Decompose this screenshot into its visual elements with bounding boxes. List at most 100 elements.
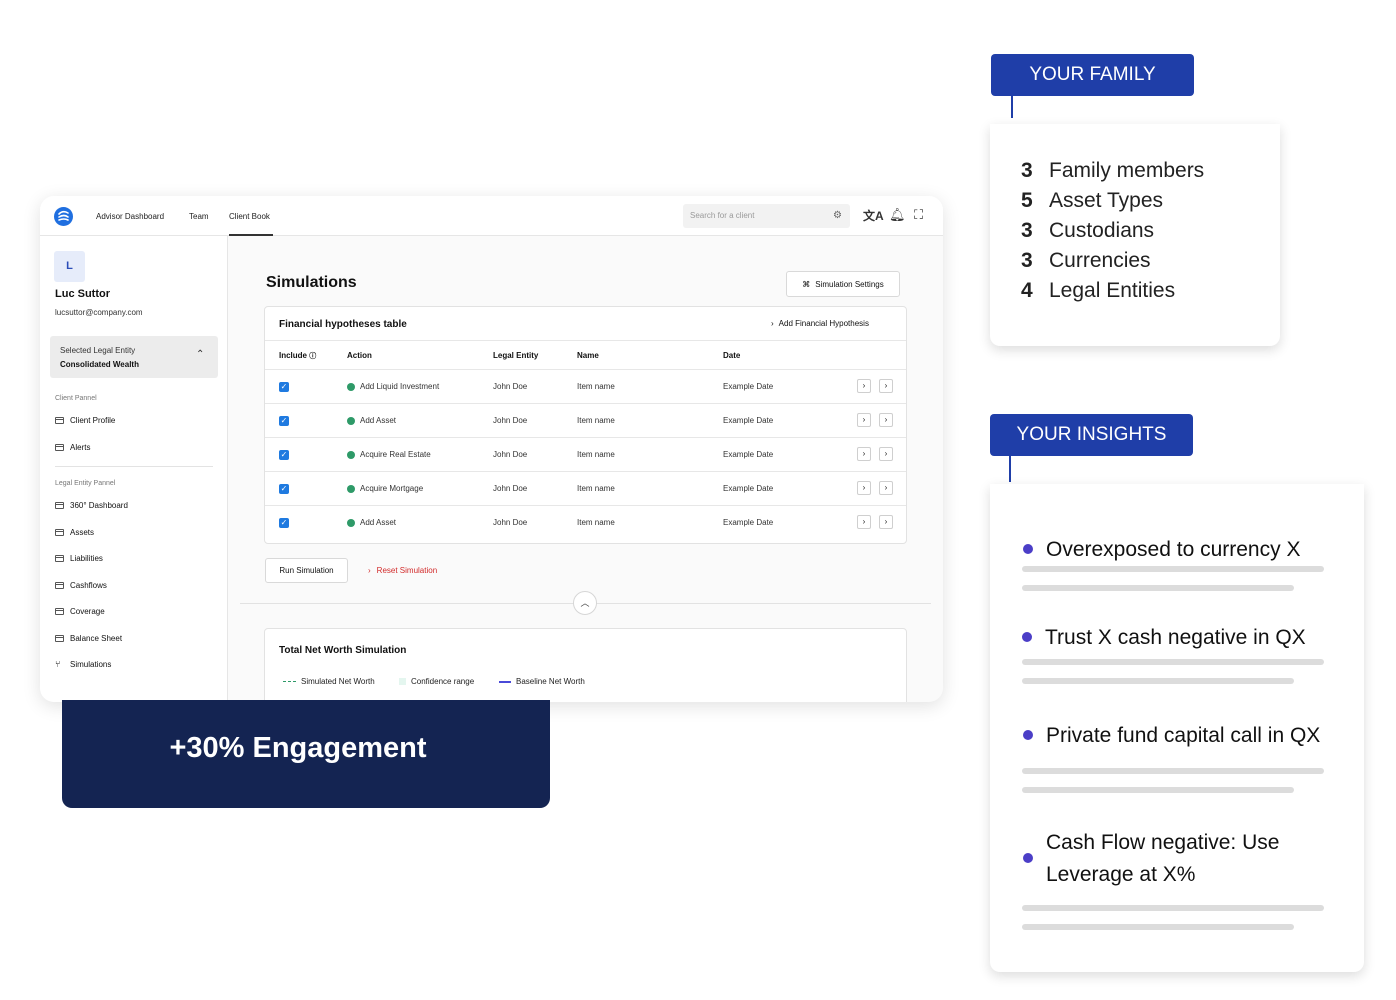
family-tag: YOUR FAMILY <box>991 54 1194 96</box>
sidebar-item-label: Balance Sheet <box>70 633 123 643</box>
add-hypothesis-button[interactable]: › Add Financial Hypothesis <box>771 319 869 328</box>
translate-icon[interactable]: 文A <box>863 207 884 224</box>
stat-number: 4 <box>1021 279 1033 302</box>
hypotheses-table-card: Financial hypotheses table › Add Financia… <box>264 306 907 544</box>
sidebar-item-cashflows[interactable]: Cashflows <box>55 578 107 592</box>
row-open-button[interactable]: › <box>879 447 893 461</box>
cell-entity: John Doe <box>493 382 528 391</box>
sidebar-item-alerts[interactable]: Alerts <box>55 440 90 454</box>
row-open-button[interactable]: › <box>879 481 893 495</box>
row-open-button[interactable]: › <box>879 379 893 393</box>
sidebar-item-balance-sheet[interactable]: Balance Sheet <box>55 631 122 645</box>
placeholder-bar <box>1022 787 1294 793</box>
nav-team[interactable]: Team <box>189 212 209 221</box>
sidebar-item-client-profile[interactable]: Client Profile <box>55 413 115 427</box>
sidebar-item-label: 360° Dashboard <box>70 500 128 510</box>
collapse-chevron-up-icon[interactable]: ︿ <box>573 591 597 615</box>
chart-title: Total Net Worth Simulation <box>279 645 407 656</box>
table-row: ✓ Acquire Real Estate John Doe Item name… <box>265 438 906 472</box>
stat-label: Currencies <box>1049 249 1151 272</box>
cell-name: Item name <box>577 450 615 459</box>
info-icon: ⓘ <box>309 353 317 360</box>
family-stat: 3 Custodians <box>1021 219 1154 243</box>
stat-label: Family members <box>1049 159 1205 182</box>
sidebar-item-360-dashboard[interactable]: 360° Dashboard <box>55 498 128 512</box>
simulation-settings-button[interactable]: ⌘ Simulation Settings <box>786 271 900 297</box>
insights-tag: YOUR INSIGHTS <box>990 414 1193 456</box>
cell-entity: John Doe <box>493 518 528 527</box>
sidebar-item-simulations[interactable]: ⑂ Simulations <box>55 657 111 671</box>
card-icon <box>55 528 64 536</box>
include-checkbox[interactable]: ✓ <box>279 382 289 392</box>
row-expand-button[interactable]: › <box>857 515 871 529</box>
cell-action: Add Asset <box>360 416 397 425</box>
cell-date: Example Date <box>723 484 774 493</box>
placeholder-bar <box>1022 905 1324 911</box>
cell-date: Example Date <box>723 382 774 391</box>
sidebar-item-label: Cashflows <box>70 580 107 590</box>
chevron-up-down-icon: ⌃ <box>196 349 205 360</box>
bell-icon[interactable]: 🔔︎ <box>889 207 906 223</box>
row-open-button[interactable]: › <box>879 413 893 427</box>
include-checkbox[interactable]: ✓ <box>279 416 289 426</box>
insights-card: Overexposed to currency X Trust X cash n… <box>990 484 1364 972</box>
card-icon <box>55 443 64 451</box>
add-circle-icon <box>347 451 355 459</box>
engagement-banner: +30% Engagement <box>62 700 550 808</box>
legend-label: Confidence range <box>411 677 475 686</box>
cell-action: Add Liquid Investment <box>360 382 440 391</box>
run-simulation-button[interactable]: Run Simulation <box>265 558 348 583</box>
sidebar-item-liabilities[interactable]: Liabilities <box>55 551 103 565</box>
insight-item: Cash Flow negative: Use Leverage at X% <box>1046 831 1280 886</box>
stat-number: 5 <box>1021 189 1033 212</box>
bullet-icon <box>1022 632 1032 642</box>
placeholder-bar <box>1022 924 1294 930</box>
sidebar-item-label: Client Profile <box>70 415 116 425</box>
bullet-icon <box>1023 853 1033 863</box>
search-settings-icon[interactable]: ⚙ <box>833 210 842 221</box>
row-open-button[interactable]: › <box>879 515 893 529</box>
family-stat: 3 Family members <box>1021 159 1204 183</box>
nav-client-book[interactable]: Client Book <box>229 212 270 221</box>
entity-select-value: Consolidated Wealth <box>60 360 139 369</box>
family-stat: 4 Legal Entities <box>1021 279 1175 303</box>
reset-simulation-button[interactable]: › Reset Simulation <box>368 566 437 575</box>
avatar[interactable]: L <box>54 251 85 282</box>
family-card: 3 Family members 5 Asset Types 3 Custodians… <box>990 124 1280 346</box>
legend-baseline-net-worth: Baseline Net Worth <box>499 677 585 686</box>
row-expand-button[interactable]: › <box>857 481 871 495</box>
top-navigation: Advisor Dashboard Team Client Book Searc… <box>40 196 943 236</box>
logo-icon[interactable] <box>54 207 73 226</box>
table-title: Financial hypotheses table <box>279 319 407 330</box>
stat-label: Legal Entities <box>1049 279 1176 302</box>
sidebar-item-assets[interactable]: Assets <box>55 525 94 539</box>
client-panel-title: Client Pannel <box>55 395 97 402</box>
fullscreen-icon[interactable]: ⛶ <box>914 207 923 223</box>
row-expand-button[interactable]: › <box>857 413 871 427</box>
sidebar-item-coverage[interactable]: Coverage <box>55 604 105 618</box>
include-checkbox[interactable]: ✓ <box>279 450 289 460</box>
family-stat: 5 Asset Types <box>1021 189 1163 213</box>
column-header-legal-entity: Legal Entity <box>493 351 539 360</box>
family-stat: 3 Currencies <box>1021 249 1151 273</box>
cell-name: Item name <box>577 484 615 493</box>
engagement-text: +30% Engagement <box>169 732 427 764</box>
settings-sliders-icon: ⌘ <box>802 279 811 289</box>
nav-advisor-dashboard[interactable]: Advisor Dashboard <box>96 212 164 221</box>
add-circle-icon <box>347 485 355 493</box>
include-checkbox[interactable]: ✓ <box>279 518 289 528</box>
card-icon <box>55 581 64 589</box>
cell-date: Example Date <box>723 416 774 425</box>
row-expand-button[interactable]: › <box>857 447 871 461</box>
client-search-input[interactable]: Search for a client ⚙ <box>683 204 850 228</box>
table-row: ✓ Acquire Mortgage John Doe Item name Ex… <box>265 472 906 506</box>
legal-entity-select[interactable]: Selected Legal Entity Consolidated Wealt… <box>50 336 218 378</box>
legend-simulated-net-worth: Simulated Net Worth <box>283 677 375 686</box>
cell-entity: John Doe <box>493 450 528 459</box>
insight-item: Overexposed to currency X <box>1046 538 1301 561</box>
page-title: Simulations <box>266 274 357 291</box>
legend-label: Simulated Net Worth <box>301 677 375 686</box>
include-checkbox[interactable]: ✓ <box>279 484 289 494</box>
sidebar-item-label: Liabilities <box>70 553 103 563</box>
row-expand-button[interactable]: › <box>857 379 871 393</box>
